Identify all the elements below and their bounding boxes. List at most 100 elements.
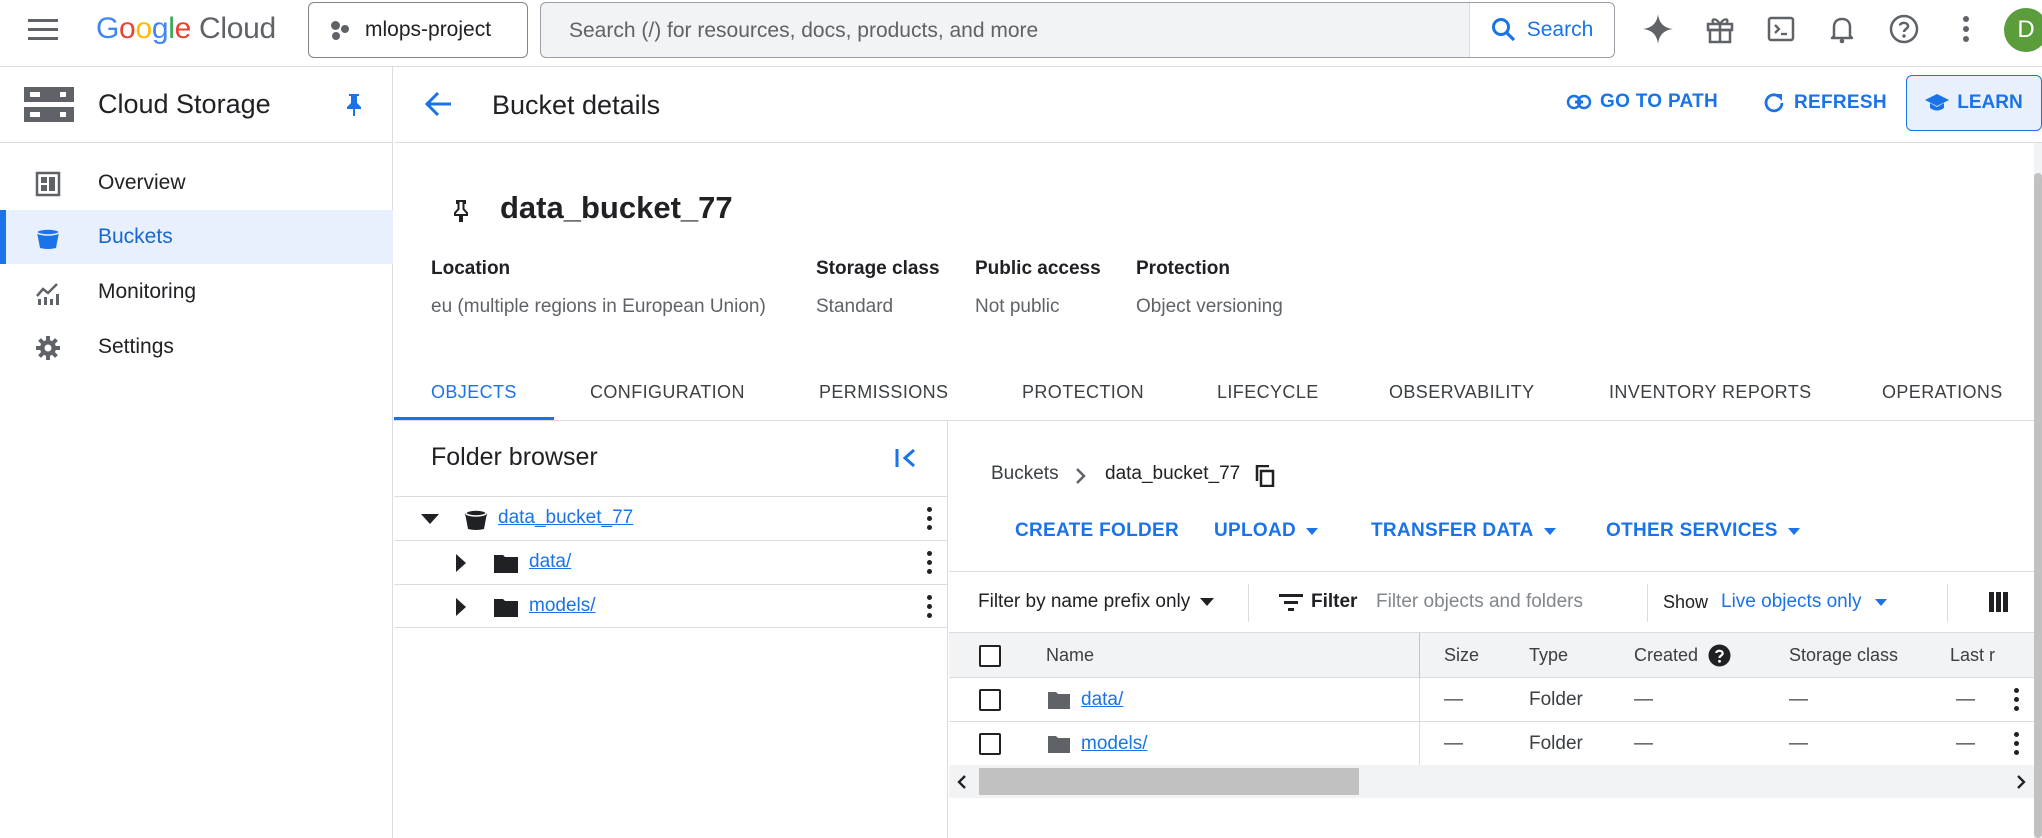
tab-objects[interactable]: OBJECTS (431, 382, 517, 403)
logo-letter: e (174, 12, 192, 45)
caret-down-icon[interactable] (421, 514, 439, 524)
school-icon (1925, 94, 1950, 111)
collapse-panel-icon[interactable] (894, 448, 918, 468)
cell-storage-class: — (1789, 689, 1808, 710)
gemini-sparkle-icon[interactable] (1641, 12, 1675, 46)
divider (1248, 584, 1249, 622)
scrollbar-thumb[interactable] (979, 768, 1359, 795)
vertical-scrollbar[interactable] (2034, 143, 2042, 838)
project-name: mlops-project (365, 18, 492, 41)
tab-permissions[interactable]: PERMISSIONS (819, 382, 948, 403)
more-vert-icon[interactable] (1949, 12, 1983, 46)
column-header-name[interactable]: Name (1046, 645, 1094, 666)
column-header-last-modified[interactable]: Last r (1950, 645, 1995, 666)
sidebar-item-settings[interactable]: Settings (0, 320, 393, 374)
back-arrow-icon[interactable] (424, 91, 452, 117)
help-icon[interactable] (1708, 644, 1731, 667)
help-icon[interactable] (1887, 12, 1921, 46)
scroll-left-icon[interactable] (957, 775, 967, 789)
avatar[interactable]: D (2004, 8, 2042, 52)
caret-right-icon[interactable] (456, 598, 466, 616)
filter-mode-dropdown[interactable]: Filter by name prefix only (978, 591, 1215, 613)
copy-icon[interactable] (1255, 465, 1275, 487)
column-header-created[interactable]: Created (1634, 645, 1698, 666)
cell-last-modified: — (1956, 733, 1975, 754)
project-picker-button[interactable]: mlops-project (308, 2, 528, 58)
sidebar-item-buckets[interactable]: Buckets (0, 210, 393, 264)
more-vert-icon[interactable] (2014, 688, 2020, 712)
search-button[interactable]: Search (1469, 3, 1614, 57)
upload-button[interactable]: UPLOAD (1214, 520, 1319, 542)
transfer-data-button[interactable]: TRANSFER DATA (1371, 520, 1556, 542)
go-to-path-label: GO TO PATH (1600, 91, 1719, 112)
tab-inventory-reports[interactable]: INVENTORY REPORTS (1609, 382, 1812, 403)
sidebar-item-overview[interactable]: Overview (0, 156, 393, 210)
cloud-shell-icon[interactable] (1764, 12, 1798, 46)
menu-icon[interactable] (28, 17, 58, 41)
caret-right-icon[interactable] (456, 554, 466, 572)
pin-outline-icon[interactable] (451, 199, 471, 223)
folder-tree-item[interactable]: data/ (394, 540, 948, 584)
column-resizer[interactable] (1419, 633, 1420, 678)
more-vert-icon[interactable] (2014, 732, 2020, 756)
more-vert-icon[interactable] (927, 507, 933, 531)
more-vert-icon[interactable] (927, 551, 933, 575)
column-header-storage-class[interactable]: Storage class (1789, 645, 1898, 666)
column-display-icon[interactable] (1989, 592, 2009, 612)
select-all-checkbox[interactable] (979, 645, 1001, 667)
learn-button[interactable]: LEARN (1906, 75, 2042, 131)
folder-tree-root[interactable]: data_bucket_77 (394, 496, 948, 540)
breadcrumb-root[interactable]: Buckets (991, 463, 1059, 485)
sidebar-item-label: Buckets (98, 225, 173, 248)
object-name-link[interactable]: models/ (1081, 733, 1148, 755)
search-input[interactable]: Search (/) for resources, docs, products… (569, 19, 1038, 43)
filter-label: Filter (1311, 591, 1358, 612)
folder-tree-link[interactable]: data/ (529, 551, 571, 573)
row-checkbox[interactable] (979, 733, 1001, 755)
tab-observability[interactable]: OBSERVABILITY (1389, 382, 1535, 403)
sidebar-header: Cloud Storage (0, 67, 393, 143)
search-bar[interactable]: Search (/) for resources, docs, products… (540, 2, 1615, 58)
tab-configuration[interactable]: CONFIGURATION (590, 382, 745, 403)
project-icon (329, 19, 351, 41)
folder-browser: Folder browser data_bucket_77 data/ mode… (394, 421, 948, 838)
scrollbar-thumb[interactable] (2034, 173, 2042, 838)
cell-size: — (1444, 733, 1463, 754)
pin-icon[interactable] (344, 93, 364, 117)
refresh-button[interactable]: REFRESH (1762, 91, 1887, 115)
link-icon (1566, 94, 1592, 110)
sidebar-item-monitoring[interactable]: Monitoring (0, 265, 393, 319)
filter-input[interactable]: Filter objects and folders (1376, 591, 1583, 613)
go-to-path-button[interactable]: GO TO PATH (1566, 91, 1718, 113)
horizontal-scrollbar[interactable] (949, 765, 2042, 798)
chevron-right-icon (1075, 467, 1087, 485)
show-dropdown[interactable]: Live objects only (1721, 591, 1888, 613)
table-row[interactable]: models/ — Folder — — — (949, 722, 2042, 766)
transfer-data-label: TRANSFER DATA (1371, 520, 1534, 541)
create-folder-button[interactable]: CREATE FOLDER (1015, 520, 1179, 542)
object-name-link[interactable]: data/ (1081, 689, 1123, 711)
tab-operations[interactable]: OPERATIONS (1882, 382, 2003, 403)
more-vert-icon[interactable] (927, 595, 933, 619)
row-checkbox[interactable] (979, 689, 1001, 711)
scroll-right-icon[interactable] (2016, 775, 2026, 789)
folder-tree-link[interactable]: models/ (529, 595, 596, 617)
page-title: Bucket details (492, 90, 661, 120)
folder-tree-item[interactable]: models/ (394, 584, 948, 628)
public-access-label: Public access (975, 258, 1101, 279)
table-header: Name Size Type Created Storage class Las… (949, 633, 2042, 678)
storage-class-value: Standard (816, 296, 894, 317)
tab-lifecycle[interactable]: LIFECYCLE (1217, 382, 1319, 403)
other-services-button[interactable]: OTHER SERVICES (1606, 520, 1800, 542)
caret-down-icon (1306, 527, 1319, 535)
settings-icon (36, 336, 60, 360)
table-row[interactable]: data/ — Folder — — — (949, 678, 2042, 722)
folder-tree-root-link[interactable]: data_bucket_77 (498, 507, 633, 529)
folder-icon (1048, 734, 1070, 753)
tab-protection[interactable]: PROTECTION (1022, 382, 1144, 403)
column-header-size[interactable]: Size (1444, 645, 1479, 666)
notifications-icon[interactable] (1825, 12, 1859, 46)
column-header-type[interactable]: Type (1529, 645, 1568, 666)
gift-icon[interactable] (1703, 12, 1737, 46)
google-cloud-logo[interactable]: Google Cloud (96, 12, 276, 46)
